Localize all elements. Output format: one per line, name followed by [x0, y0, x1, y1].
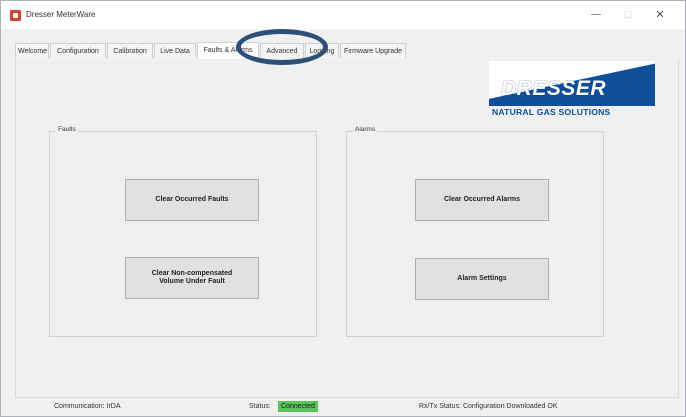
- alarms-group: Alarms: [346, 126, 604, 337]
- tab-faults-alarms[interactable]: Faults & Alarms: [197, 42, 259, 59]
- logo-brand: DRESSER: [501, 77, 607, 100]
- title-bar: Dresser MeterWare — ☐ ✕: [1, 1, 685, 29]
- clear-occurred-alarms-button[interactable]: Clear Occurred Alarms: [415, 179, 549, 221]
- clear-noncompensated-volume-button[interactable]: Clear Non-compensated Volume Under Fault: [125, 257, 259, 299]
- rxtx-status: Rx/Tx Status: Configuration Downloaded O…: [419, 403, 558, 410]
- alarms-group-label: Alarms: [353, 126, 378, 133]
- connection-status-label: Status:: [249, 403, 271, 410]
- faults-group-label: Faults: [56, 126, 78, 133]
- clear-occurred-faults-button[interactable]: Clear Occurred Faults: [125, 179, 259, 221]
- tab-logging[interactable]: Logging: [305, 43, 339, 58]
- tab-strip: Welcome Configuration Calibration Live D…: [15, 42, 679, 60]
- connection-status-badge: Connected: [278, 401, 318, 412]
- maximize-button[interactable]: ☐: [613, 5, 643, 25]
- status-bar: Communication: IrDA Status: Connected Rx…: [1, 399, 685, 415]
- faults-group: Faults: [49, 126, 317, 337]
- dresser-logo: DRESSER NATURAL GAS SOLUTIONS: [489, 61, 655, 121]
- window-title: Dresser MeterWare: [26, 10, 96, 19]
- logo-band: DRESSER: [489, 61, 655, 106]
- alarm-settings-button[interactable]: Alarm Settings: [415, 258, 549, 300]
- logo-tagline: NATURAL GAS SOLUTIONS: [492, 107, 611, 117]
- app-icon: [10, 10, 21, 21]
- tab-advanced[interactable]: Advanced: [260, 43, 304, 58]
- tab-calibration[interactable]: Calibration: [107, 43, 153, 58]
- tab-configuration[interactable]: Configuration: [50, 43, 106, 58]
- minimize-button[interactable]: —: [581, 5, 611, 25]
- tab-welcome[interactable]: Welcome: [15, 43, 49, 58]
- close-button[interactable]: ✕: [645, 5, 675, 25]
- app-window: Dresser MeterWare — ☐ ✕ Welcome Configur…: [0, 0, 686, 417]
- communication-status: Communication: IrDA: [54, 403, 121, 410]
- tab-firmware-upgrade[interactable]: Firmware Upgrade: [340, 43, 406, 58]
- tab-live-data[interactable]: Live Data: [154, 43, 196, 58]
